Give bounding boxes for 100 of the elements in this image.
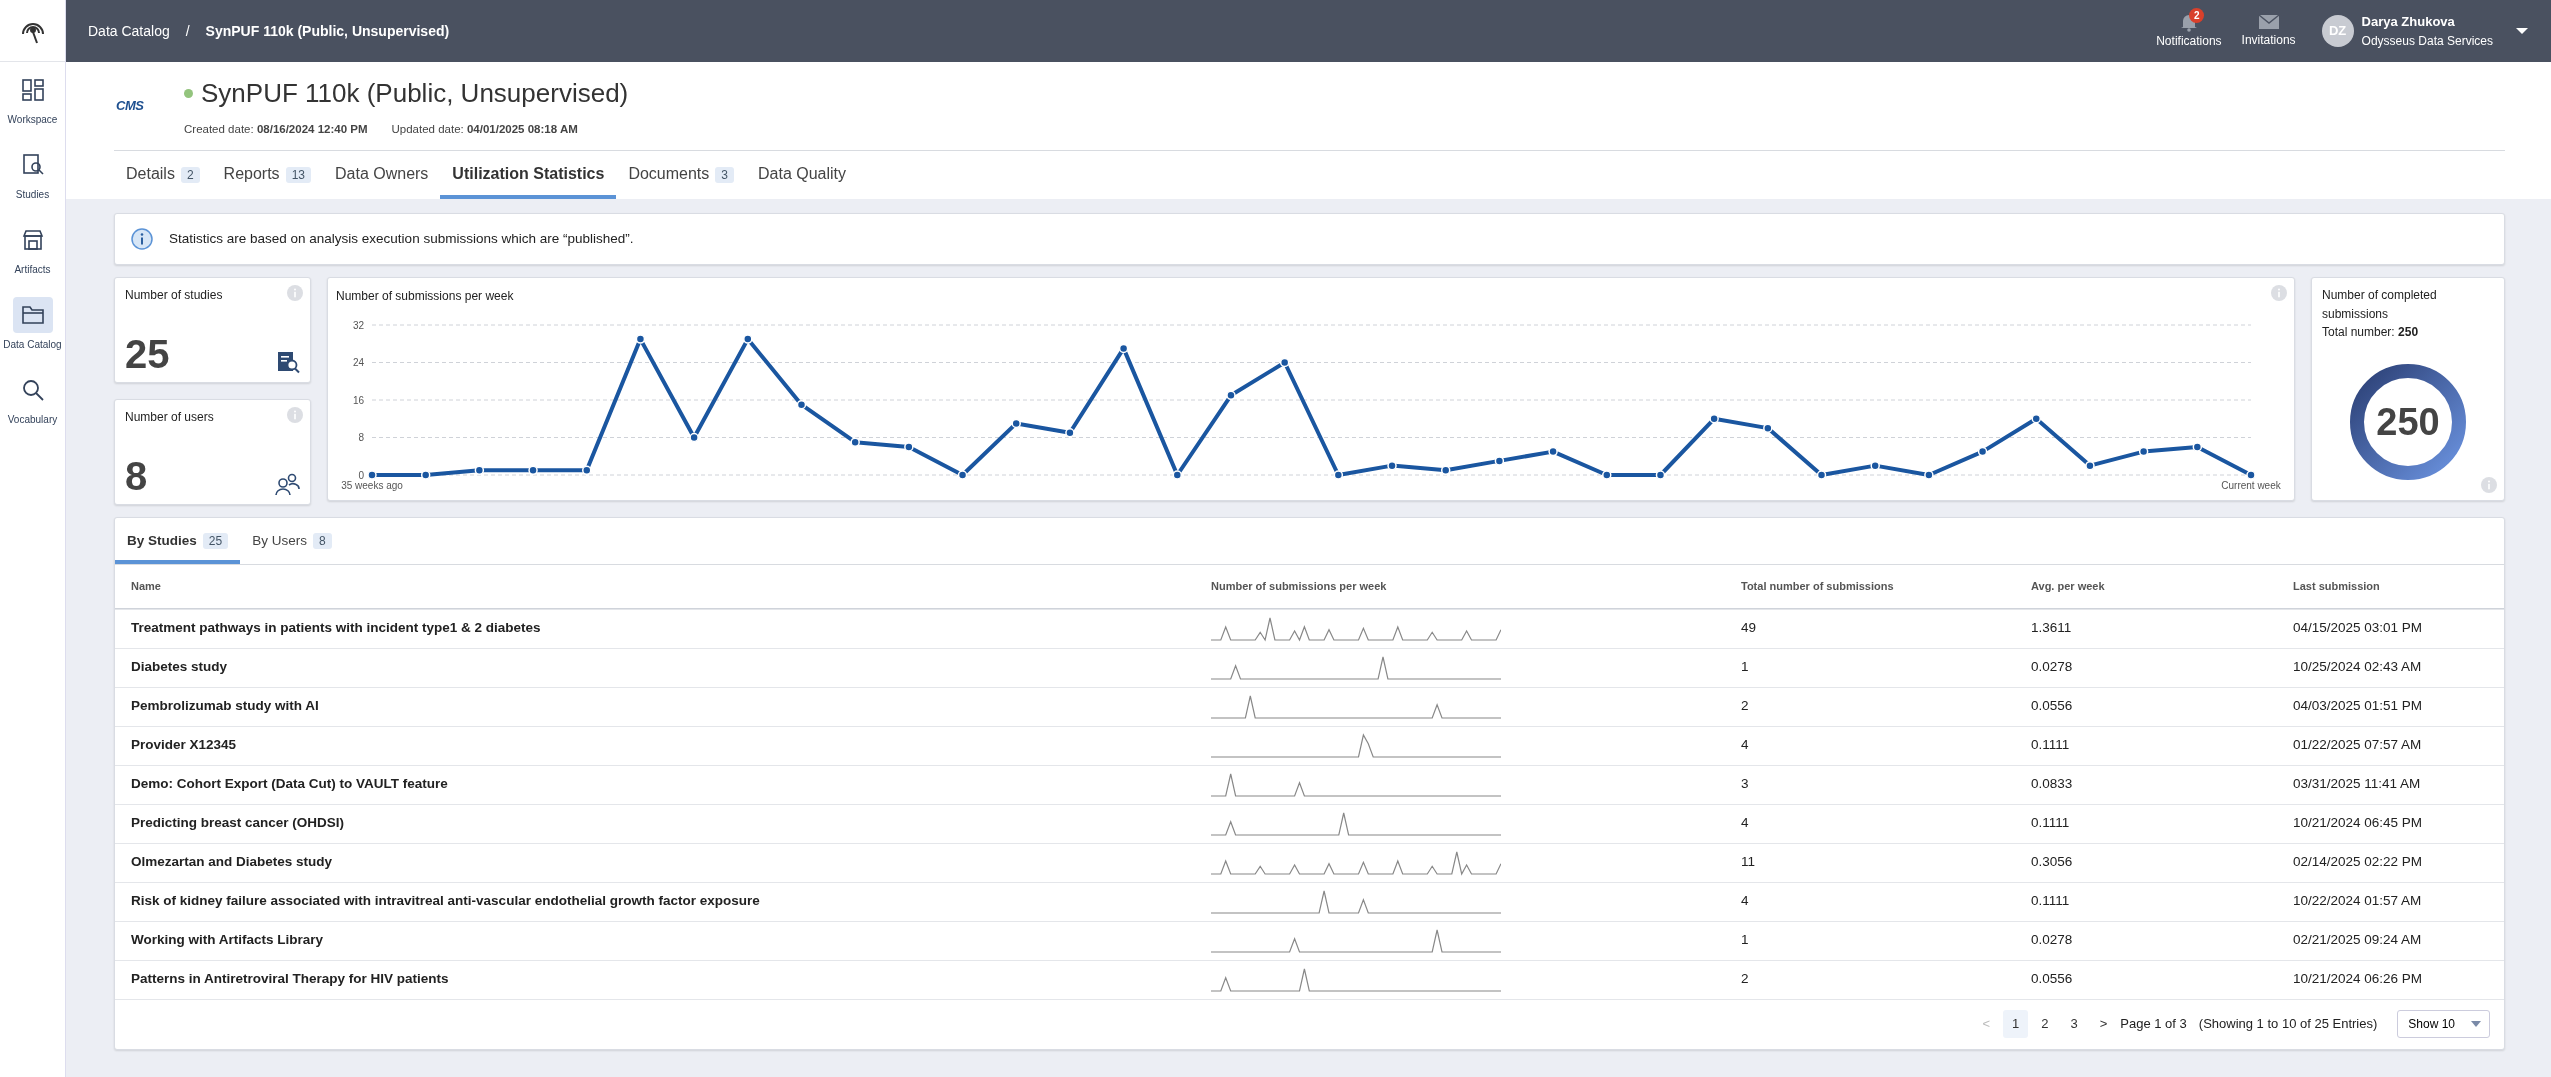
study-name[interactable]: Predicting breast cancer (OHDSI) — [131, 813, 1211, 834]
table-cell-text: 04/15/2025 03:01 PM — [2293, 619, 2424, 638]
cms-logo: CMS — [116, 97, 145, 116]
tab[interactable]: Data Owners — [323, 151, 441, 200]
created-date: Created date: 08/16/2024 12:40 PM — [184, 122, 368, 137]
table-cell-text: 2 — [1741, 970, 1750, 989]
page-button[interactable]: 3 — [2061, 1010, 2087, 1038]
study-name[interactable]: Pembrolizumab study with AI — [131, 696, 1211, 717]
info-icon[interactable] — [2271, 285, 2287, 302]
breadcrumb-separator: / — [185, 21, 190, 41]
info-message: Statistics are based on analysis execution submissions which are “published”. — [169, 230, 634, 249]
study-name[interactable]: Diabetes study — [131, 657, 1211, 678]
table-cell-text: 0.0556 — [2031, 970, 2074, 989]
page-button[interactable]: 2 — [2032, 1010, 2058, 1038]
tab[interactable]: Utilization Statistics — [440, 151, 617, 200]
tab[interactable]: Data Quality — [746, 151, 859, 200]
column-header: Last submission — [2293, 578, 2381, 594]
data-point — [2031, 413, 2041, 424]
column-header: Number of submissions per week — [1211, 578, 1388, 594]
sidebar-item[interactable]: Data Catalog — [0, 287, 65, 362]
x-tick-label: 35 weeks ago — [341, 479, 403, 491]
data-point — [2192, 441, 2203, 452]
page-button[interactable]: 1 — [2003, 1010, 2029, 1038]
table-cell-text: 1 — [1741, 658, 1750, 677]
data-point — [850, 437, 860, 447]
breadcrumb-link[interactable]: Data Catalog — [88, 20, 170, 42]
data-point — [420, 470, 431, 480]
study-name[interactable]: Olmezartan and Diabetes study — [131, 852, 1211, 873]
study-name[interactable]: Risk of kidney failure associated with intravitreal anti-vascular endothelial growth factor exposure — [131, 891, 1211, 912]
tab[interactable]: Reports 13 — [211, 151, 323, 200]
data-point — [1816, 470, 1827, 480]
study-name[interactable]: Demo: Cohort Export (Data Cut) to VAULT feature — [131, 774, 1211, 795]
count-badge: 2 — [180, 167, 200, 184]
users-icon — [274, 472, 300, 497]
table-cell-text: 10/21/2024 06:26 PM — [2293, 970, 2424, 989]
total-number: Total number: 250 — [2322, 324, 2420, 342]
info-icon[interactable] — [2481, 477, 2497, 494]
tab[interactable]: By Users 8 — [240, 518, 344, 564]
y-tick-label: 24 — [352, 356, 364, 368]
invitations-button[interactable]: Invitations — [2231, 13, 2306, 49]
study-name[interactable]: Treatment pathways in patients with incident type1 & 2 diabetes — [131, 618, 1211, 639]
count-badge: 3 — [715, 167, 734, 184]
book-search-icon — [21, 154, 44, 176]
data-point — [1172, 470, 1183, 480]
data-point — [474, 465, 485, 475]
data-point — [2138, 446, 2149, 457]
count-badge: 25 — [202, 533, 229, 550]
notification-badge: 2 — [2188, 8, 2205, 23]
study-name[interactable]: Provider X12345 — [131, 735, 1211, 756]
study-name[interactable]: Patterns in Antiretroviral Therapy for HIV patients — [131, 969, 1211, 990]
organization-name: Odysseus Data Services — [2361, 32, 2493, 50]
table-cell-text: 4 — [1741, 892, 1750, 911]
info-icon — [131, 228, 153, 251]
stat-label: Number of users — [125, 409, 214, 427]
table-cell-text: 1 — [1741, 931, 1750, 950]
study-name[interactable]: Working with Artifacts Library — [131, 930, 1211, 951]
tab[interactable]: By Studies 25 — [115, 518, 241, 564]
data-point — [1118, 343, 1129, 353]
data-point — [367, 470, 377, 480]
data-point — [1440, 465, 1451, 475]
table-cell-text: 02/14/2025 02:22 PM — [2293, 853, 2424, 872]
sidebar-item[interactable]: Artifacts — [0, 212, 65, 287]
data-point — [1602, 470, 1612, 480]
table-cell-text: 1.3611 — [2031, 619, 2073, 638]
data-point — [1870, 460, 1880, 471]
tab[interactable]: Documents 3 — [616, 151, 746, 200]
page-size-select[interactable]: Show 10 — [2397, 1010, 2490, 1038]
data-point — [528, 465, 538, 475]
data-point — [1279, 357, 1290, 367]
donut-value: 250 — [2376, 399, 2440, 445]
y-tick-label: 0 — [358, 469, 364, 481]
caret-icon — [2471, 1021, 2481, 1027]
sidebar-item[interactable]: Workspace — [0, 62, 65, 137]
table-cell-text: 10/22/2024 01:57 AM — [2293, 892, 2423, 911]
info-icon[interactable] — [287, 285, 303, 302]
caret-icon[interactable] — [2515, 27, 2529, 35]
chart-title: Number of submissions per week — [336, 288, 514, 306]
data-point — [1924, 470, 1934, 480]
tab[interactable]: Details 2 — [114, 151, 212, 200]
status-dot-icon — [184, 89, 193, 98]
table-cell-text: 49 — [1741, 619, 1758, 638]
table-cell-text: 2 — [1741, 697, 1750, 716]
data-point — [582, 465, 592, 475]
table-cell-text: 0.3056 — [2031, 853, 2074, 872]
table-cell-text: 04/03/2025 01:51 PM — [2293, 697, 2424, 716]
data-point — [1709, 413, 1719, 424]
count-badge: 13 — [285, 167, 311, 184]
data-point — [796, 399, 807, 410]
table-cell-text: 11 — [1741, 853, 1756, 872]
sidebar-item[interactable]: Studies — [0, 137, 65, 212]
data-point — [1655, 470, 1666, 480]
info-icon[interactable] — [287, 407, 303, 424]
sidebar-item[interactable]: Vocabulary — [0, 362, 65, 437]
data-point — [957, 470, 968, 480]
data-point — [1333, 470, 1344, 480]
table-cell-text: 01/22/2025 07:57 AM — [2293, 736, 2423, 755]
search-icon — [21, 379, 44, 401]
next-page-button[interactable]: > — [2090, 1010, 2117, 1038]
data-point — [743, 334, 753, 344]
table-cell-text: 0.1111 — [2031, 814, 2071, 833]
